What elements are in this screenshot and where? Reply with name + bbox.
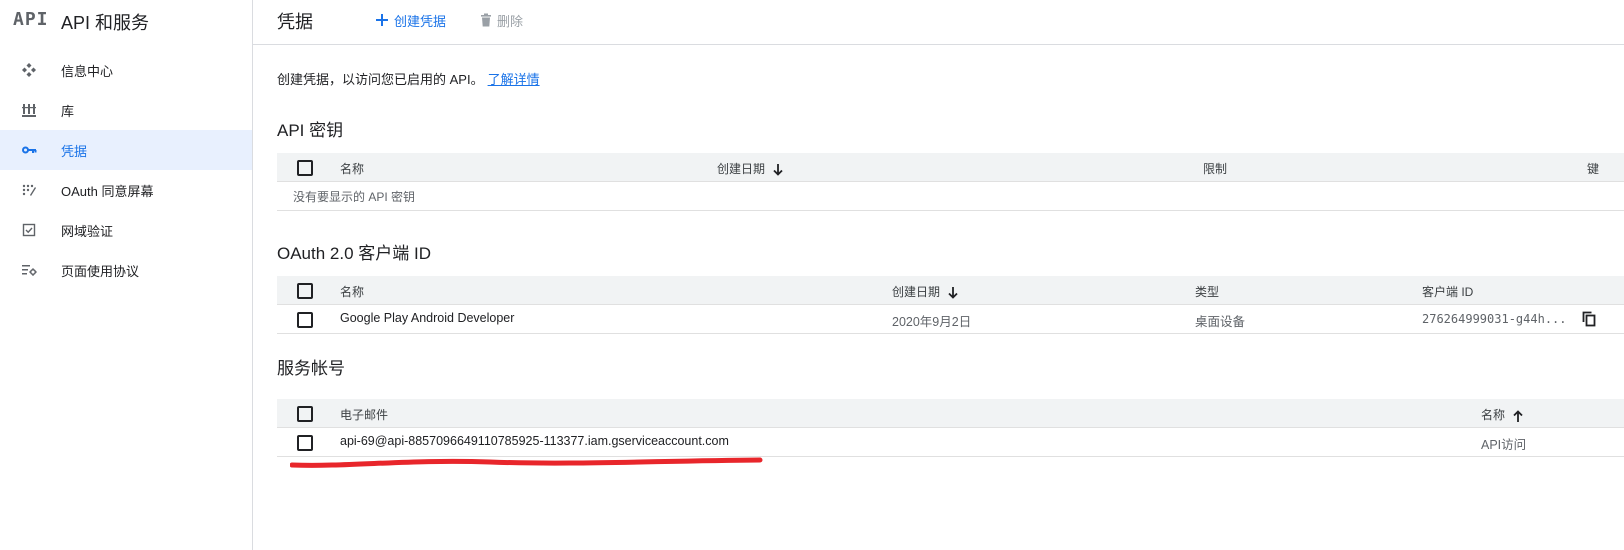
empty-row: 没有要显示的 API 密钥 bbox=[277, 182, 1624, 211]
sidebar-item-label: 信息中心 bbox=[61, 64, 114, 79]
select-all-checkbox[interactable] bbox=[297, 406, 313, 422]
delete-button[interactable]: 删除 bbox=[480, 10, 523, 30]
delete-label: 删除 bbox=[497, 13, 524, 29]
sidebar-item-label: OAuth 同意屏幕 bbox=[61, 184, 154, 199]
settings-list-icon bbox=[21, 262, 37, 278]
sidebar-item-dashboard[interactable]: 信息中心 bbox=[0, 50, 252, 90]
select-all-checkbox[interactable] bbox=[297, 283, 313, 299]
arrow-down-icon bbox=[773, 163, 783, 176]
sidebar-item-domain-verification[interactable]: 网域验证 bbox=[0, 210, 252, 250]
sidebar-item-page-usage-agreement[interactable]: 页面使用协议 bbox=[0, 250, 252, 290]
column-label: 名称 bbox=[1481, 408, 1506, 422]
column-restriction[interactable]: 限制 bbox=[1203, 160, 1227, 177]
plus-icon bbox=[376, 14, 388, 26]
created-date: 2020年9月2日 bbox=[892, 315, 972, 329]
trash-icon bbox=[481, 13, 491, 27]
sidebar-item-oauth-consent[interactable]: OAuth 同意屏幕 bbox=[0, 170, 252, 210]
select-all-checkbox[interactable] bbox=[297, 160, 313, 176]
intro-description: 创建凭据，以访问您已启用的 API。 bbox=[277, 72, 484, 87]
column-email[interactable]: 电子邮件 bbox=[340, 406, 388, 423]
product-title: API 和服务 bbox=[61, 13, 150, 33]
column-name[interactable]: 名称 bbox=[340, 283, 364, 300]
oauth-title: OAuth 2.0 客户端 ID bbox=[277, 244, 431, 263]
service-account-email[interactable]: api-69@api-8857096649110785925-113377.ia… bbox=[340, 434, 729, 448]
key-icon bbox=[21, 142, 37, 158]
sidebar: API API 和服务 信息中心 库 凭据 OAuth 同意屏幕 网域验证 页面… bbox=[0, 0, 253, 550]
client-name[interactable]: Google Play Android Developer bbox=[340, 311, 514, 325]
sidebar-item-label: 凭据 bbox=[61, 144, 88, 159]
dashboard-icon bbox=[21, 62, 37, 78]
column-label: 创建日期 bbox=[892, 285, 941, 299]
sidebar-item-library[interactable]: 库 bbox=[0, 90, 252, 130]
library-icon bbox=[21, 102, 37, 118]
column-name[interactable]: 名称 bbox=[1481, 406, 1523, 423]
sidebar-item-credentials[interactable]: 凭据 bbox=[0, 130, 252, 170]
brand-header: API API 和服务 bbox=[0, 0, 252, 40]
row-checkbox[interactable] bbox=[297, 312, 313, 328]
table-header: 名称 创建日期 类型 客户端 ID bbox=[277, 276, 1624, 305]
page-title: 凭据 bbox=[277, 12, 313, 32]
table-header: 电子邮件 名称 bbox=[277, 399, 1624, 428]
table-header: 名称 创建日期 限制 键 bbox=[277, 153, 1624, 182]
create-credentials-label: 创建凭据 bbox=[394, 13, 447, 29]
create-credentials-button[interactable]: 创建凭据 bbox=[375, 10, 446, 30]
column-created-date[interactable]: 创建日期 bbox=[717, 160, 783, 177]
service-account-name: API访问 bbox=[1481, 438, 1527, 452]
consent-icon bbox=[21, 182, 37, 198]
column-key[interactable]: 键 bbox=[1587, 160, 1599, 177]
copy-icon[interactable] bbox=[1582, 311, 1596, 332]
api-logo: API bbox=[13, 9, 49, 30]
column-name[interactable]: 名称 bbox=[340, 160, 364, 177]
empty-message: 没有要显示的 API 密钥 bbox=[293, 190, 416, 204]
domain-verify-icon bbox=[21, 222, 37, 238]
api-keys-title: API 密钥 bbox=[277, 121, 344, 140]
column-type[interactable]: 类型 bbox=[1195, 283, 1219, 300]
client-type: 桌面设备 bbox=[1195, 315, 1246, 329]
page-header: 凭据 创建凭据 删除 bbox=[253, 0, 1624, 45]
intro-text: 创建凭据，以访问您已启用的 API。 了解详情 bbox=[277, 69, 540, 88]
table-row[interactable]: Google Play Android Developer 2020年9月2日 … bbox=[277, 305, 1624, 334]
learn-more-link[interactable]: 了解详情 bbox=[488, 72, 540, 87]
arrow-up-icon bbox=[1513, 410, 1523, 422]
client-id: 276264999031-g44h... bbox=[1422, 312, 1567, 326]
row-checkbox[interactable] bbox=[297, 435, 313, 451]
column-created-date[interactable]: 创建日期 bbox=[892, 283, 958, 300]
sidebar-item-label: 库 bbox=[61, 104, 75, 119]
column-label: 创建日期 bbox=[717, 162, 766, 176]
arrow-down-icon bbox=[948, 286, 958, 299]
sidebar-item-label: 页面使用协议 bbox=[61, 264, 140, 279]
sidebar-item-label: 网域验证 bbox=[61, 224, 114, 239]
red-underline-annotation bbox=[290, 457, 763, 468]
service-accounts-title: 服务帐号 bbox=[277, 359, 345, 378]
column-client-id[interactable]: 客户端 ID bbox=[1422, 283, 1473, 300]
